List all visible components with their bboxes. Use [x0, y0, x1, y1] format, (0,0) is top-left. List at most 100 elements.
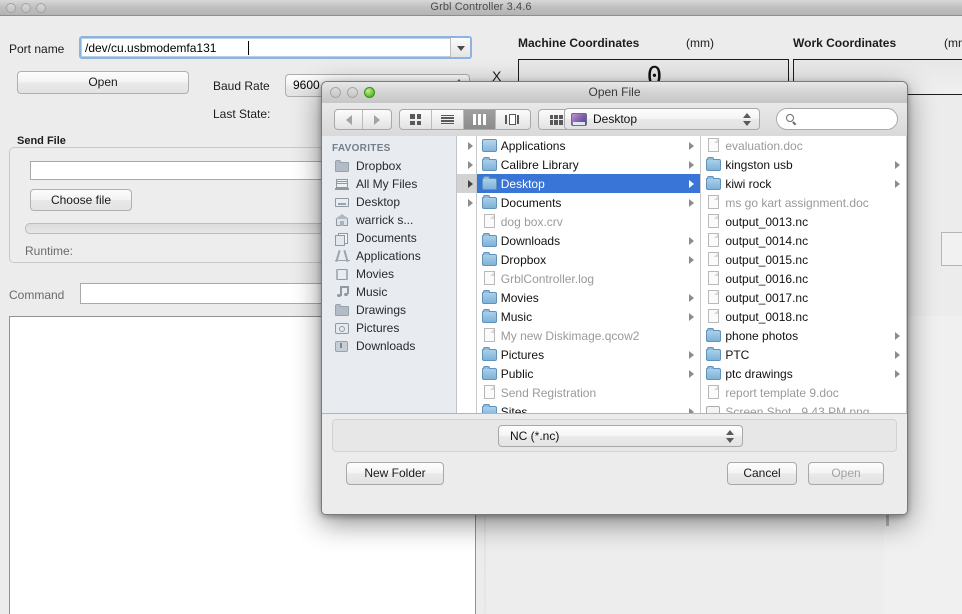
file-row[interactable]: Applications — [477, 136, 701, 155]
back-button[interactable] — [335, 110, 364, 129]
parent-column-row[interactable] — [457, 307, 476, 326]
parent-column-row[interactable] — [457, 345, 476, 364]
file-row[interactable]: Music — [477, 307, 701, 326]
open-port-button[interactable]: Open — [17, 71, 189, 94]
port-dropdown-button[interactable] — [450, 38, 470, 57]
parent-column-row[interactable] — [456, 174, 476, 193]
new-folder-button[interactable]: New Folder — [346, 462, 444, 485]
sidebar-item-applications[interactable]: Applications — [322, 247, 456, 265]
parent-column-row[interactable] — [457, 288, 476, 307]
file-row[interactable]: evaluation.doc — [701, 136, 906, 155]
disclosure-arrow-icon — [689, 255, 695, 264]
coverflow-view-button[interactable] — [496, 110, 528, 129]
file-row[interactable]: output_0018.nc — [701, 307, 906, 326]
icon-view-button[interactable] — [400, 110, 432, 129]
file-row[interactable]: Movies — [477, 288, 701, 307]
file-row[interactable]: Dropbox — [477, 250, 701, 269]
parent-column-row[interactable] — [457, 193, 476, 212]
parent-column[interactable] — [456, 136, 477, 413]
sidebar-item-all-my-files[interactable]: All My Files — [322, 175, 456, 193]
music-icon — [335, 285, 350, 299]
path-popup-button[interactable]: Desktop — [564, 108, 760, 130]
file-row[interactable]: kingston usb — [701, 155, 906, 174]
file-row[interactable]: Screen Shot...9.43 PM.png — [701, 402, 906, 413]
parent-column-row[interactable] — [457, 212, 476, 231]
parent-column-row[interactable] — [457, 326, 476, 345]
parent-column-row[interactable] — [457, 364, 476, 383]
list-view-icon — [441, 114, 454, 125]
file-row[interactable]: output_0013.nc — [701, 212, 906, 231]
file-row-label: output_0018.nc — [725, 309, 809, 324]
file-row-label: GrblController.log — [500, 271, 595, 286]
parent-column-row[interactable] — [457, 402, 476, 413]
file-row[interactable]: dog box.crv — [477, 212, 701, 231]
port-name-combo[interactable]: /dev/cu.usbmodemfa131 — [79, 36, 472, 59]
disclosure-arrow-icon — [467, 141, 473, 150]
sidebar-item-desktop[interactable]: Desktop — [322, 193, 456, 211]
parent-column-row[interactable] — [457, 136, 476, 155]
sidebar-item-drawings[interactable]: Drawings — [322, 301, 456, 319]
parent-column-row[interactable] — [457, 269, 476, 288]
search-icon — [786, 114, 794, 122]
all-my-files-icon — [335, 178, 350, 191]
view-segmented-control[interactable] — [399, 109, 531, 130]
send-file-path-input[interactable] — [30, 161, 330, 180]
file-column-two[interactable]: evaluation.doc kingston usb kiwi rock ms go… — [701, 136, 907, 413]
file-type-value: NC (*.nc) — [510, 429, 560, 443]
file-row[interactable]: ptc drawings — [701, 364, 906, 383]
file-row[interactable]: Desktop — [476, 174, 701, 193]
file-row[interactable]: Calibre Library — [477, 155, 701, 174]
file-row[interactable]: Send Registration — [477, 383, 701, 402]
folder-icon — [706, 176, 722, 191]
file-row-label: phone photos — [725, 328, 799, 343]
file-row-label: dog box.crv — [500, 214, 563, 229]
sidebar-item-downloads[interactable]: Downloads — [322, 337, 456, 355]
file-column-one[interactable]: Applications Calibre Library Desktop Docume… — [476, 136, 702, 413]
work-coordinates-unit: (mm) — [944, 36, 962, 50]
file-row[interactable]: Public — [477, 364, 701, 383]
file-row[interactable]: PTC — [701, 345, 906, 364]
file-row-label: output_0017.nc — [725, 290, 809, 305]
file-row[interactable]: output_0014.nc — [701, 231, 906, 250]
parent-column-row[interactable] — [457, 383, 476, 402]
file-type-select[interactable]: NC (*.nc) — [498, 425, 743, 447]
column-view-button[interactable] — [464, 110, 496, 129]
file-row[interactable]: report template 9.doc — [701, 383, 906, 402]
file-row[interactable]: My new Diskimage.qcow2 — [477, 326, 701, 345]
file-row[interactable]: GrblController.log — [477, 269, 701, 288]
sidebar-item-label: warrick s... — [356, 213, 414, 227]
sidebar-item-documents[interactable]: Documents — [322, 229, 456, 247]
file-row[interactable]: output_0016.nc — [701, 269, 906, 288]
disclosure-arrow-icon — [689, 141, 695, 150]
choose-file-button[interactable]: Choose file — [30, 189, 132, 211]
cancel-button[interactable]: Cancel — [727, 462, 797, 485]
file-row[interactable]: output_0017.nc — [701, 288, 906, 307]
dialog-minimize-button[interactable] — [347, 87, 358, 98]
file-row[interactable]: phone photos — [701, 326, 906, 345]
file-row[interactable]: output_0015.nc — [701, 250, 906, 269]
dialog-zoom-button[interactable] — [364, 87, 375, 98]
file-row[interactable]: Pictures — [477, 345, 701, 364]
parent-column-row[interactable] — [457, 155, 476, 174]
file-row[interactable]: kiwi rock — [701, 174, 906, 193]
file-row[interactable]: Sites — [477, 402, 701, 413]
documents-icon — [335, 232, 350, 246]
parent-column-row[interactable] — [457, 231, 476, 250]
sidebar-item-dropbox[interactable]: Dropbox — [322, 157, 456, 175]
dialog-close-button[interactable] — [330, 87, 341, 98]
file-row[interactable]: Documents — [477, 193, 701, 212]
parent-column-row[interactable] — [457, 250, 476, 269]
navigation-segmented-control[interactable] — [334, 109, 392, 130]
sidebar-item-music[interactable]: Music — [322, 283, 456, 301]
sidebar-item-warrick-s[interactable]: warrick s... — [322, 211, 456, 229]
file-row-label: Movies — [500, 290, 539, 305]
file-row[interactable]: Downloads — [477, 231, 701, 250]
list-view-button[interactable] — [432, 110, 464, 129]
file-row[interactable]: ms go kart assignment.doc — [701, 193, 906, 212]
dialog-window-controls[interactable] — [330, 87, 375, 98]
sidebar-item-movies[interactable]: Movies — [322, 265, 456, 283]
forward-button[interactable] — [363, 110, 391, 129]
sidebar-item-pictures[interactable]: Pictures — [322, 319, 456, 337]
search-input[interactable] — [776, 108, 898, 130]
folder-icon — [335, 159, 350, 173]
